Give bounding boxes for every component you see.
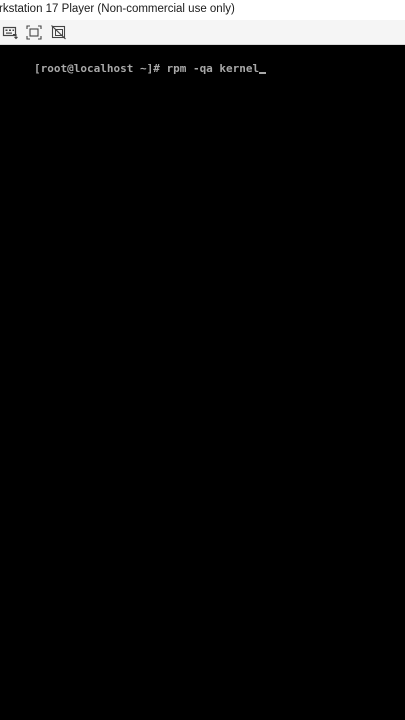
vm-console-screen[interactable]: [root@localhost ~]# rpm -qa kernel [0, 45, 405, 720]
fit-guest-button[interactable] [25, 24, 43, 41]
title-bar[interactable]: rkstation 17 Player (Non-commercial use … [0, 0, 405, 20]
fit-guest-icon [25, 24, 43, 41]
unity-off-icon [50, 24, 68, 41]
vmware-player-window: rkstation 17 Player (Non-commercial use … [0, 0, 405, 720]
player-toolbar [0, 20, 405, 45]
text-cursor [259, 72, 267, 74]
send-ctrl-alt-del-button[interactable] [2, 24, 20, 41]
send-ctrl-alt-del-icon [2, 24, 20, 41]
window-title: rkstation 17 Player (Non-commercial use … [0, 3, 235, 15]
command-text: [root@localhost ~]# rpm -qa kernel [34, 62, 260, 75]
unity-button[interactable] [50, 24, 68, 41]
shell-prompt-line: [root@localhost ~]# rpm -qa kernel [34, 62, 267, 75]
